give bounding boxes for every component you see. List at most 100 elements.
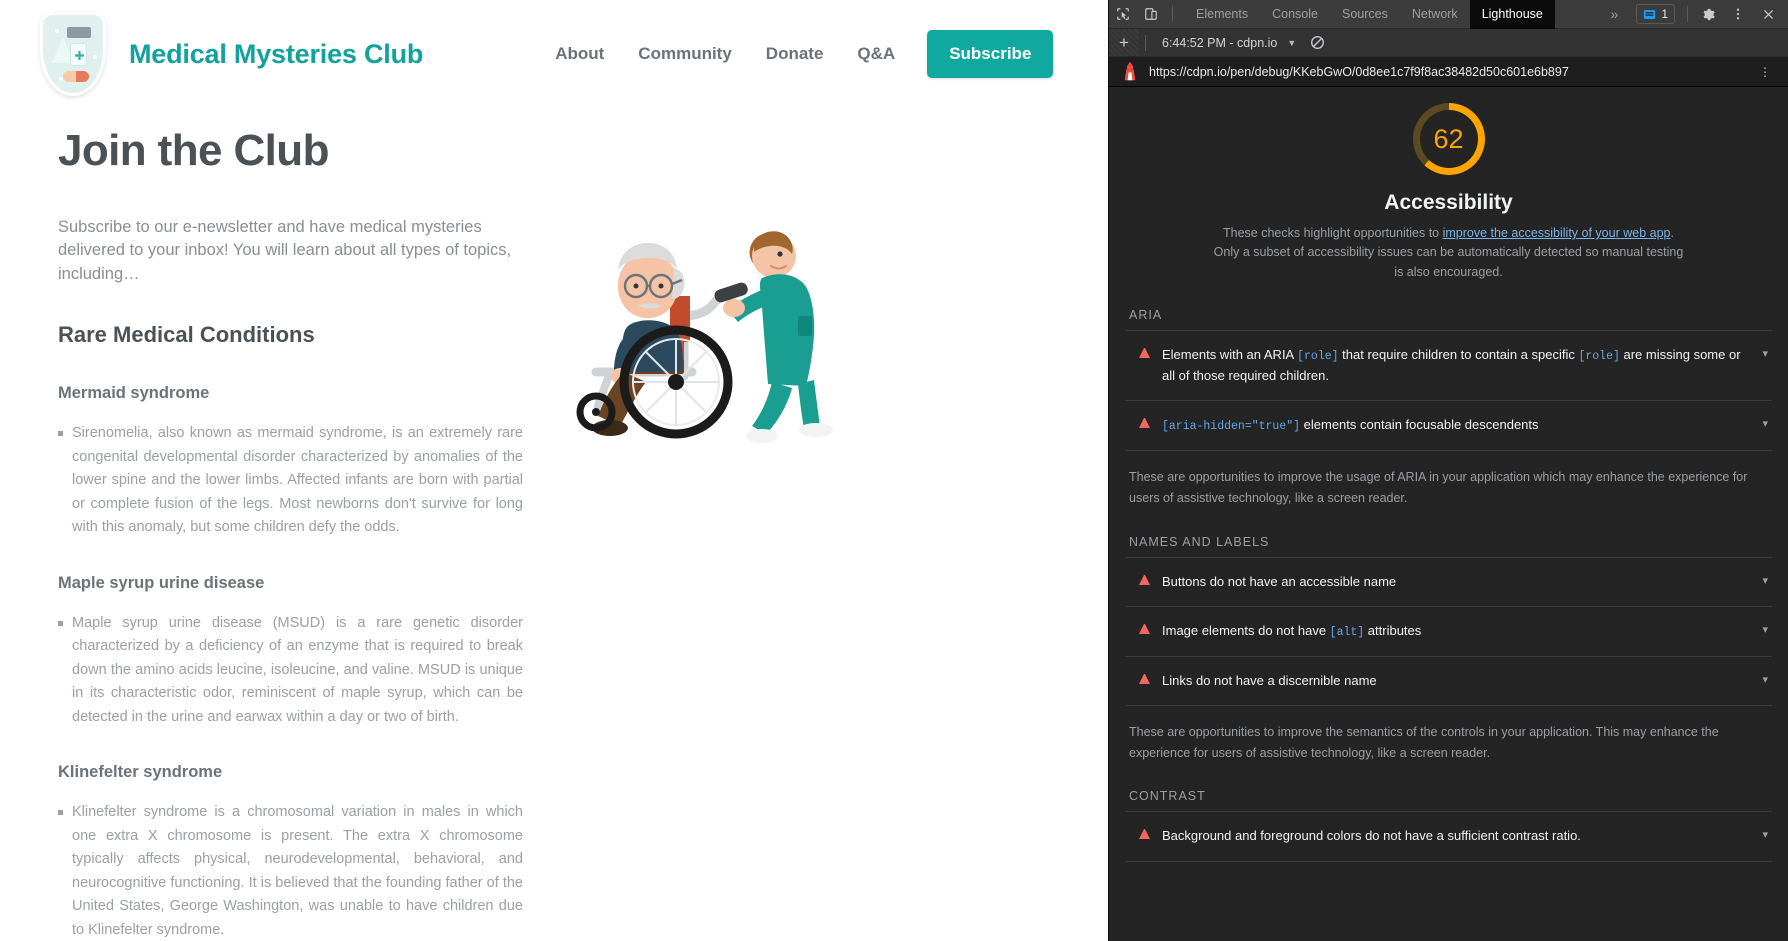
audit-title: [aria-hidden="true"] elements contain fo… (1162, 415, 1742, 436)
audit-list-contrast: Background and foreground colors do not … (1125, 811, 1772, 862)
condition-title-1: Mermaid syndrome (58, 384, 210, 403)
brand-title: Medical Mysteries Club (129, 38, 424, 69)
section-title-names-and-labels: NAMES AND LABELS (1129, 534, 1270, 549)
fail-triangle-icon (1139, 673, 1150, 684)
audit-text-part: that require children to contain a speci… (1338, 347, 1579, 363)
chevron-down-icon[interactable]: ▾ (1754, 828, 1768, 841)
header-subscribe-button[interactable]: Subscribe (927, 30, 1054, 78)
audit-row[interactable]: Image elements do not have [alt] attribu… (1125, 607, 1772, 657)
score-gauge-wrap: 62 Accessibility These checks highlight … (1125, 87, 1772, 282)
nav-item-about[interactable]: About (555, 44, 604, 64)
chevron-down-icon[interactable]: ▾ (1754, 417, 1768, 430)
chevron-down-icon[interactable]: ▾ (1754, 673, 1768, 686)
audit-text-part: Links do not have a discernible name (1162, 672, 1377, 688)
audit-text-part: Background and foreground colors do not … (1162, 828, 1581, 844)
no-entry-icon[interactable] (1310, 35, 1325, 50)
audit-title: Image elements do not have [alt] attribu… (1162, 621, 1742, 642)
devtools-tabs: Elements Console Sources Network Lightho… (1184, 0, 1555, 29)
list-item: Klinefelter syndrome is a chromosomal va… (58, 801, 523, 941)
audit-title: Links do not have a discernible name (1162, 671, 1742, 691)
audit-code-part: [role] (1297, 350, 1339, 364)
main-nav: About Community Donate Q&A (555, 44, 895, 64)
audit-code-part: [role] (1578, 350, 1620, 364)
fail-triangle-icon (1139, 829, 1150, 840)
devtools-toolbar: Elements Console Sources Network Lightho… (1109, 0, 1788, 29)
section-footer-names-and-labels: These are opportunities to improve the s… (1129, 724, 1719, 760)
page-title: Join the Club (58, 126, 329, 175)
report-url-bar: https://cdpn.io/pen/debug/KKebGwO/0d8ee1… (1109, 57, 1788, 87)
tab-lighthouse[interactable]: Lighthouse (1469, 0, 1555, 29)
page-body: Join the Club Subscribe to our e-newslet… (0, 108, 1108, 941)
medical-shield-icon (40, 12, 106, 96)
audit-row[interactable]: [aria-hidden="true"] elements contain fo… (1125, 401, 1772, 452)
device-toolbar-icon[interactable] (1137, 1, 1165, 28)
gear-icon[interactable] (1694, 1, 1722, 28)
audit-text-part: Buttons do not have an accessible name (1162, 573, 1397, 589)
audit-row[interactable]: Links do not have a discernible name ▾ (1125, 657, 1772, 706)
accessibility-score-gauge: 62 (1412, 103, 1485, 175)
audit-text-part: Elements with an ARIA (1162, 347, 1298, 363)
screen-root: Medical Mysteries Club About Community D… (0, 0, 1788, 941)
hero-illustration (566, 186, 876, 446)
list-item: Sirenomelia, also known as mermaid syndr… (58, 422, 523, 539)
section-title-contrast: CONTRAST (1129, 789, 1206, 804)
section-footer-aria: These are opportunities to improve the u… (1129, 470, 1748, 505)
web-page-viewport: Medical Mysteries Club About Community D… (0, 0, 1108, 941)
nav-item-community[interactable]: Community (638, 44, 732, 64)
tab-console[interactable]: Console (1260, 0, 1330, 29)
tab-sources[interactable]: Sources (1330, 0, 1400, 29)
nav-item-qa[interactable]: Q&A (857, 44, 895, 64)
chevron-down-icon[interactable]: ▾ (1754, 347, 1768, 360)
audit-row[interactable]: Background and foreground colors do not … (1125, 811, 1772, 862)
lighthouse-icon (1121, 61, 1141, 83)
audit-code-part: [alt] (1329, 625, 1365, 639)
score-value: 62 (1433, 123, 1464, 154)
chevron-down-icon[interactable]: ▾ (1754, 623, 1768, 636)
chevron-down-icon[interactable]: ▾ (1754, 574, 1768, 587)
report-url: https://cdpn.io/pen/debug/KKebGwO/0d8ee1… (1149, 64, 1569, 79)
inspect-element-icon[interactable] (1109, 1, 1137, 28)
audit-list-names-and-labels: Buttons do not have an accessible name ▾… (1125, 556, 1772, 706)
issues-count: 1 (1661, 7, 1668, 21)
toolbar-divider-2 (1687, 6, 1688, 22)
tab-network[interactable]: Network (1400, 0, 1470, 29)
devtools-panel: Elements Console Sources Network Lightho… (1108, 0, 1788, 941)
audit-title: Background and foreground colors do not … (1162, 826, 1742, 846)
tab-elements[interactable]: Elements (1184, 0, 1260, 29)
fail-triangle-icon (1139, 348, 1150, 359)
devtools-toolbar-right: » 1 (1601, 1, 1788, 28)
list-item: Maple syrup urine disease (MSUD) is a ra… (58, 612, 523, 729)
site-header: Medical Mysteries Club About Community D… (0, 0, 1108, 108)
toolbar-divider (1172, 6, 1173, 22)
issues-badge[interactable]: 1 (1636, 4, 1675, 24)
audit-title: Elements with an ARIA [role] that requir… (1162, 345, 1742, 386)
audit-list-aria: Elements with an ARIA [role] that requir… (1125, 330, 1772, 452)
chevron-down-icon[interactable]: ▼ (1287, 38, 1296, 48)
lighthouse-report: 62 Accessibility These checks highlight … (1109, 87, 1788, 941)
more-tabs-icon[interactable]: » (1601, 6, 1629, 22)
condition-title-2: Maple syrup urine disease (58, 573, 265, 592)
kebab-menu-icon[interactable] (1724, 1, 1752, 28)
condition-list-2: Maple syrup urine disease (MSUD) is a ra… (58, 612, 523, 729)
audit-row[interactable]: Elements with an ARIA [role] that requir… (1125, 330, 1772, 402)
close-icon[interactable] (1754, 1, 1782, 28)
report-selector-label[interactable]: 6:44:52 PM - cdpn.io (1162, 36, 1277, 50)
audit-text-part: elements contain focusable descendents (1300, 417, 1539, 433)
audit-row[interactable]: Buttons do not have an accessible name ▾ (1125, 556, 1772, 607)
section-title-aria: ARIA (1129, 308, 1163, 323)
fail-triangle-icon (1139, 574, 1150, 585)
accessibility-docs-link[interactable]: improve the accessibility of your web ap… (1443, 226, 1671, 240)
condition-list-3: Klinefelter syndrome is a chromosomal va… (58, 801, 523, 941)
condition-title-3: Klinefelter syndrome (58, 763, 223, 782)
fail-triangle-icon (1139, 418, 1150, 429)
issues-icon (1644, 9, 1656, 19)
audit-text-part: Image elements do not have (1162, 622, 1330, 638)
new-report-button[interactable]: + (1109, 29, 1139, 56)
report-options-kebab-icon[interactable]: ⋮ (1751, 65, 1780, 79)
category-title: Accessibility (1384, 191, 1513, 214)
lighthouse-run-bar: + 6:44:52 PM - cdpn.io ▼ (1109, 29, 1788, 57)
nav-item-donate[interactable]: Donate (766, 44, 824, 64)
page-intro: Subscribe to our e-newsletter and have m… (58, 218, 512, 283)
section-heading: Rare Medical Conditions (58, 322, 315, 348)
condition-list-1: Sirenomelia, also known as mermaid syndr… (58, 422, 523, 539)
